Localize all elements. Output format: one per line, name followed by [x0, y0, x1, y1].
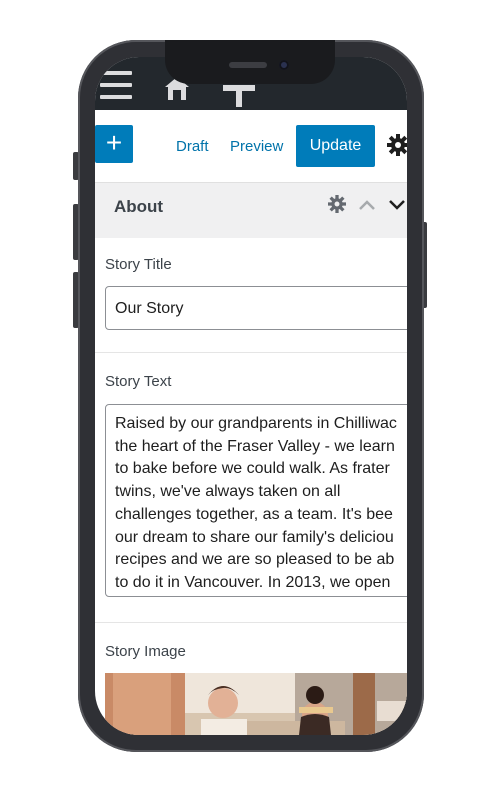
phone-frame: + Draft Preview Update About Story Title… [78, 40, 424, 752]
story-title-label: Story Title [105, 256, 172, 273]
story-text-textarea[interactable]: Raised by our grandparents in Chilliwac … [105, 404, 407, 597]
story-title-input[interactable]: Our Story [105, 286, 407, 330]
gear-icon[interactable] [328, 195, 346, 213]
textarea-line: to bake before we could walk. As frater [115, 460, 390, 478]
speaker-grille [229, 62, 267, 68]
story-text-label: Story Text [105, 373, 172, 390]
phone-notch [165, 40, 335, 84]
chevron-up-icon[interactable] [358, 198, 376, 210]
editor-toolbar: + Draft Preview Update [95, 110, 407, 182]
textarea-line: Raised by our grandparents in Chilliwac [115, 415, 397, 432]
divider [95, 352, 407, 353]
textarea-line: our dream to share our family's deliciou [115, 528, 394, 546]
phone-screen: + Draft Preview Update About Story Title… [95, 57, 407, 735]
textarea-line: recipes and we are so pleased to be ab [115, 551, 395, 569]
story-image[interactable] [105, 673, 407, 735]
textarea-line: twins, we've always taken on all [115, 483, 341, 501]
divider [95, 622, 407, 623]
textarea-line: the heart of the Fraser Valley - we lear… [115, 437, 395, 455]
preview-button[interactable]: Preview [230, 138, 283, 155]
story-image-label: Story Image [105, 643, 186, 660]
update-button[interactable]: Update [296, 125, 375, 167]
camera-icon [279, 60, 289, 70]
menu-icon[interactable] [100, 71, 132, 99]
save-draft-button[interactable]: Draft [176, 138, 209, 155]
chevron-down-icon[interactable] [388, 198, 406, 210]
textarea-line: to do it in Vancouver. In 2013, we open [115, 573, 391, 591]
gear-icon[interactable] [387, 134, 407, 156]
textarea-line: challenges together, as a team. It's bee [115, 505, 393, 523]
add-block-button[interactable]: + [95, 125, 133, 163]
panel-title: About [114, 197, 164, 216]
about-panel-header[interactable]: About [95, 182, 407, 238]
